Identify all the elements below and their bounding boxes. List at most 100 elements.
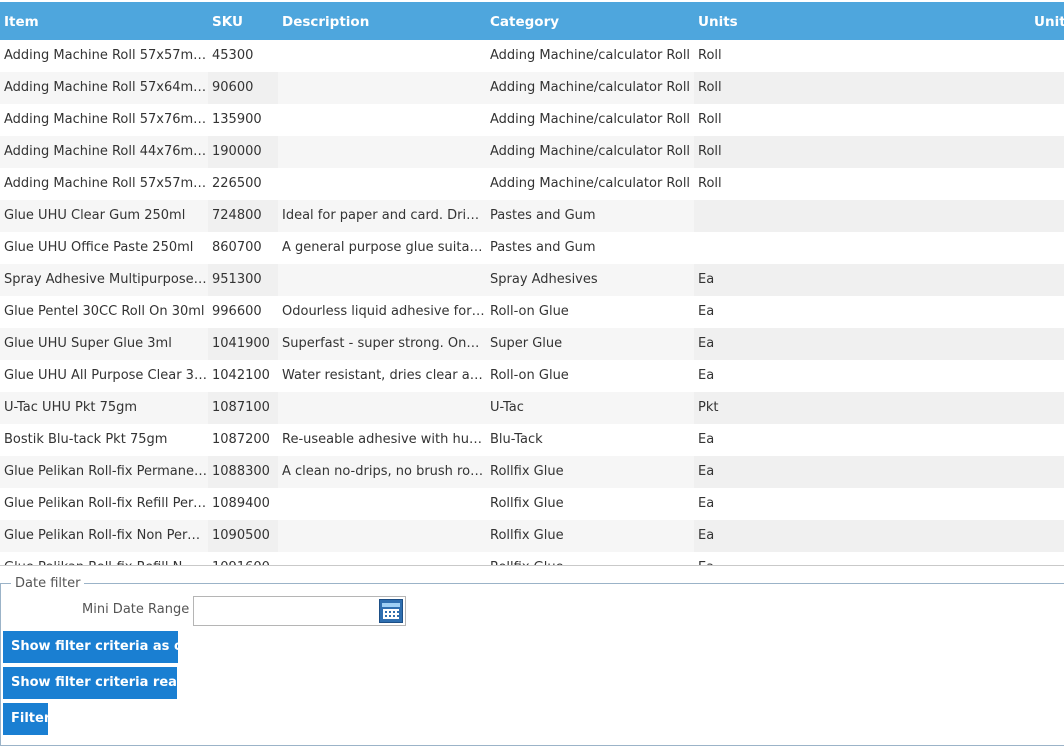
item-cell: Glue UHU Super Glue 3ml [4,336,172,351]
units-cell [694,200,904,232]
column-header-unit-price[interactable]: Unit [1034,2,1064,40]
table-row[interactable]: Glue Pelikan Roll-fix Refill N...1091600… [0,552,1064,565]
description-cell [278,488,486,520]
units-cell: Roll [698,48,722,63]
units-cell: Roll [694,72,904,104]
item-cell: Glue Pentel 30CC Roll On 30ml [4,304,205,319]
category-cell: Adding Machine/calculator Roll [490,144,691,159]
units-cell [694,232,904,264]
unit-price-cell [904,424,1064,456]
table-row[interactable]: Glue Pentel 30CC Roll On 30ml 996600 Odour… [0,296,1064,328]
description-cell [278,72,486,104]
item-cell: Adding Machine Roll 57x76mm... [4,112,208,127]
category-cell: U-Tac [490,400,524,415]
description-cell [278,264,486,296]
unit-price-cell [904,296,1064,328]
description-cell [278,40,486,72]
table-row[interactable]: Glue Pelikan Roll-fix Non Perma... 109050… [0,520,1064,552]
description-cell: Ideal for paper and card. Dries ... [282,208,486,223]
table-row[interactable]: Glue UHU Office Paste 250ml 860700 A gener… [0,232,1064,264]
description-cell: Re-useable adhesive with hund... [282,432,486,447]
unit-price-cell [904,264,1064,296]
show-filter-object-button[interactable]: Show filter criteria as object [3,631,219,663]
item-cell: Spray Adhesive Multipurpose C... [4,272,208,287]
filter-button[interactable]: Filter [3,703,50,735]
sku-cell: 996600 [212,304,262,319]
units-cell: Ea [698,496,715,511]
unit-price-cell [904,104,1064,136]
item-cell: Glue UHU All Purpose Clear 35... [4,368,208,383]
category-cell: Pastes and Gum [490,240,596,255]
mini-date-range-input[interactable] [193,596,406,626]
sku-cell: 1087100 [208,392,278,424]
item-cell: Glue UHU Office Paste 250ml [4,240,194,255]
column-header-category[interactable]: Category [490,2,559,40]
unit-price-cell [904,168,1064,200]
units-cell: Ea [694,552,904,565]
sku-cell: 1090500 [208,520,278,552]
show-filter-readable-button[interactable]: Show filter criteria readable [3,667,218,699]
table-row[interactable]: Glue UHU Clear Gum 250ml 724800 Ideal for … [0,200,1064,232]
item-cell: Glue Pelikan Roll-fix Refill Perm... [4,496,208,511]
table-row[interactable]: Adding Machine Roll 57x64mm... 90600 Addin… [0,72,1064,104]
table-row[interactable]: Adding Machine Roll 57x57mm... 226500 Addi… [0,168,1064,200]
description-cell: Superfast - super strong. One s... [282,336,486,351]
unit-price-cell [904,232,1064,264]
description-cell [278,168,486,200]
units-cell: Ea [694,456,904,488]
item-cell: Glue Pelikan Roll-fix Permanent... [4,464,208,479]
sku-cell: 90600 [208,72,278,104]
unit-price-cell [904,456,1064,488]
sku-cell: 1041900 [208,328,278,360]
unit-price-cell [904,392,1064,424]
table-row[interactable]: Spray Adhesive Multipurpose C... 951300 Sp… [0,264,1064,296]
description-cell [278,104,486,136]
sku-cell: 951300 [208,264,278,296]
table-row[interactable]: Glue Pelikan Roll-fix Permanent... 108830… [0,456,1064,488]
table-row[interactable]: Adding Machine Roll 57x76mm... 135900 Addi… [0,104,1064,136]
items-grid: Item SKU Description Category Units Unit… [0,0,1064,566]
description-cell [278,392,486,424]
sku-cell: 1088300 [208,456,278,488]
unit-price-cell [904,360,1064,392]
item-cell: Adding Machine Roll 57x57mm... [4,176,208,191]
table-row[interactable]: Glue Pelikan Roll-fix Refill Perm... 1089… [0,488,1064,520]
item-cell: Bostik Blu-tack Pkt 75gm [4,432,168,447]
item-cell: Adding Machine Roll 57x64mm... [4,80,208,95]
column-header-sku[interactable]: SKU [212,2,243,40]
unit-price-cell [904,40,1064,72]
category-cell: Rollfix Glue [490,496,564,511]
category-cell: Rollfix Glue [490,464,564,479]
unit-price-cell [904,328,1064,360]
category-cell: Roll-on Glue [490,368,569,383]
column-header-item[interactable]: Item [4,2,39,40]
grid-body: Adding Machine Roll 57x57mm... 45300 Addin… [0,40,1064,565]
category-cell: Adding Machine/calculator Roll [490,176,691,191]
sku-cell: 190000 [208,136,278,168]
sku-cell: 1089400 [212,496,270,511]
table-row[interactable]: Glue UHU All Purpose Clear 35... 1042100 W… [0,360,1064,392]
table-row[interactable]: Bostik Blu-tack Pkt 75gm 1087200 Re-useabl… [0,424,1064,456]
column-header-description[interactable]: Description [282,2,369,40]
table-row[interactable]: Adding Machine Roll 57x57mm... 45300 Addin… [0,40,1064,72]
table-row[interactable]: U-Tac UHU Pkt 75gm 1087100 U-Tac Pkt [0,392,1064,424]
category-cell: Blu-Tack [490,432,543,447]
sku-cell: 1087200 [212,432,270,447]
column-header-units[interactable]: Units [698,2,738,40]
unit-price-cell [904,72,1064,104]
units-cell: Ea [694,264,904,296]
unit-price-cell [904,520,1064,552]
description-cell: A general purpose glue suitable... [282,240,486,255]
table-row[interactable]: Adding Machine Roll 44x76mm... 190000 Addi… [0,136,1064,168]
category-cell: Roll-on Glue [490,304,569,319]
unit-price-cell [904,552,1064,565]
units-cell: Ea [694,328,904,360]
table-row[interactable]: Glue UHU Super Glue 3ml 1041900 Superfast … [0,328,1064,360]
date-filter-legend: Date filter [15,576,81,591]
calendar-icon[interactable] [379,599,403,623]
category-cell: Rollfix Glue [486,552,694,565]
units-cell: Ea [698,432,715,447]
units-cell: Roll [698,176,722,191]
item-cell: U-Tac UHU Pkt 75gm [4,400,138,415]
sku-cell: 1042100 [212,368,270,383]
